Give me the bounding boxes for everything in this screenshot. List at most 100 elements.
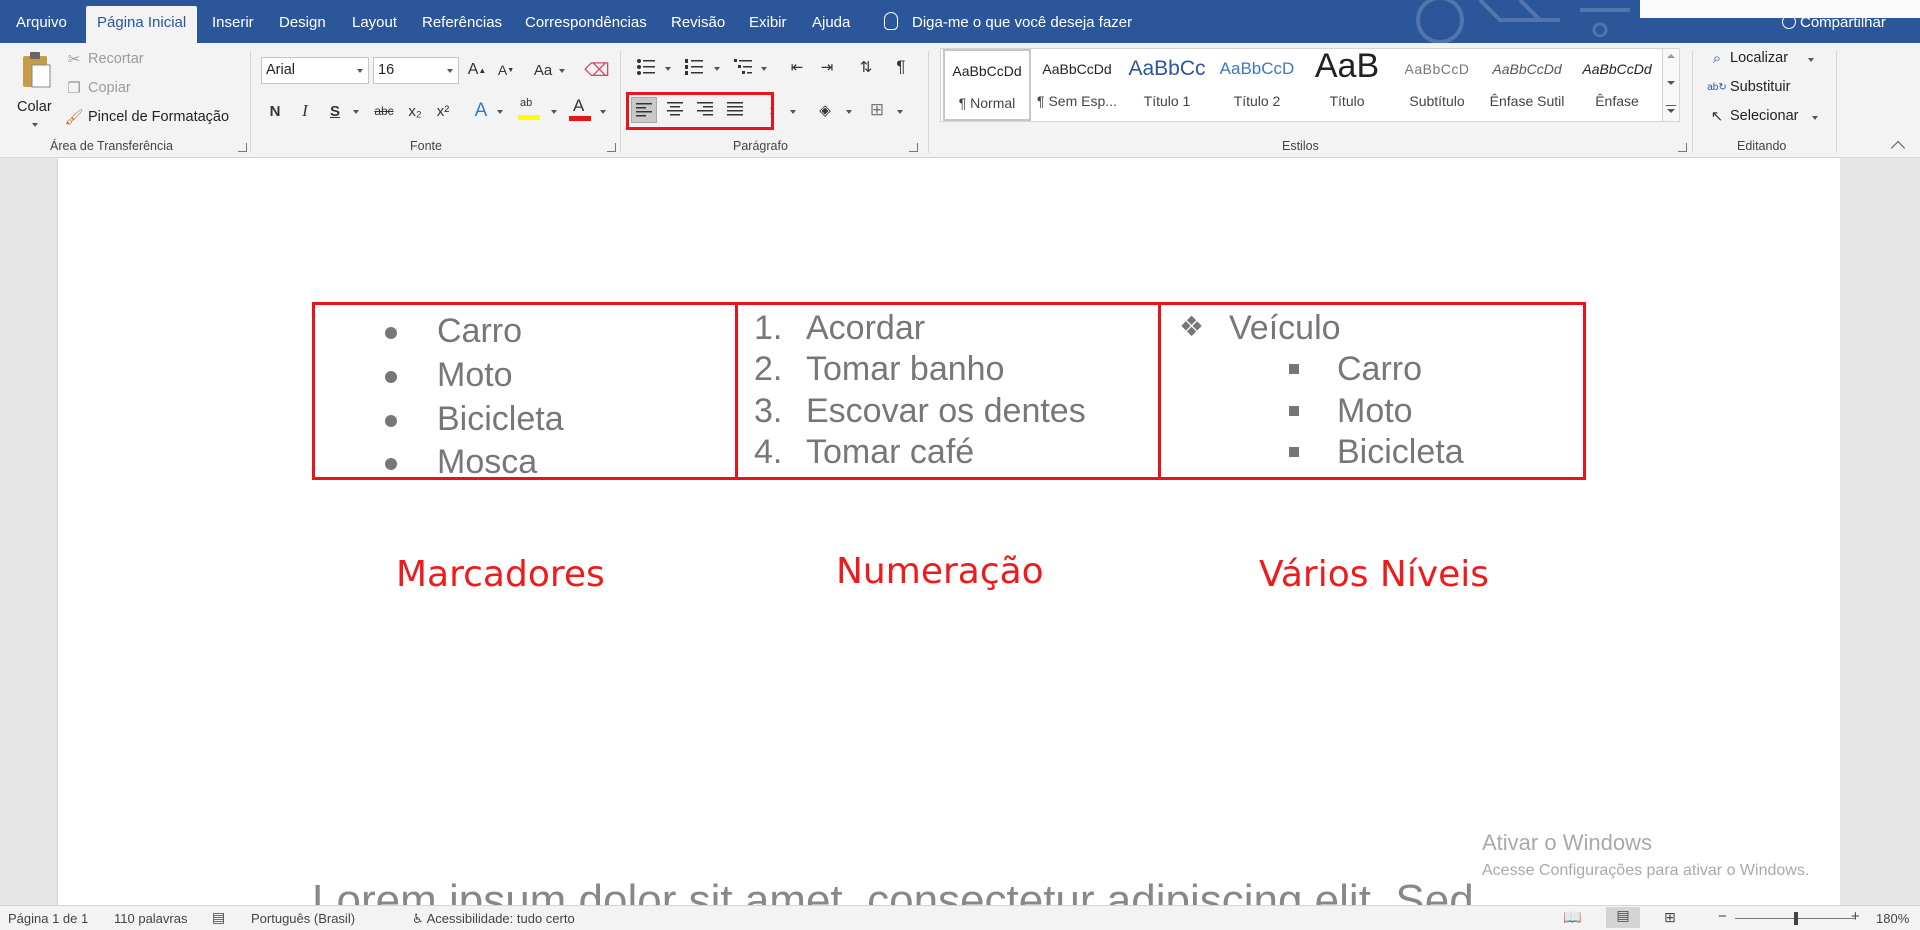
- zoom-slider-thumb[interactable]: [1794, 912, 1798, 925]
- tab-exibir[interactable]: Exibir: [749, 0, 787, 43]
- tell-me-search[interactable]: Diga-me o que você deseja fazer: [884, 0, 1132, 43]
- page-count[interactable]: Página 1 de 1: [8, 911, 88, 926]
- vertical-scrollbar[interactable]: [1840, 158, 1920, 905]
- replace-button[interactable]: ab↻ Substituir: [1707, 77, 1818, 99]
- read-mode-icon[interactable]: 📖: [1563, 908, 1582, 926]
- increase-indent-icon[interactable]: ⇥: [816, 55, 838, 79]
- clipboard-launcher-icon[interactable]: [238, 143, 247, 152]
- clear-formatting-icon[interactable]: ⌫: [584, 57, 609, 83]
- shrink-font-icon[interactable]: A ▼: [495, 57, 517, 83]
- collapse-ribbon-icon[interactable]: [1890, 140, 1906, 156]
- web-layout-icon[interactable]: ⊞: [1664, 909, 1676, 926]
- chevron-down-icon[interactable]: [600, 110, 606, 114]
- find-button[interactable]: ⌕ Localizar: [1708, 48, 1818, 70]
- paste-button[interactable]: Colar: [12, 49, 58, 129]
- list-item: Tomar banho: [806, 350, 1005, 388]
- chevron-down-icon[interactable]: [1667, 109, 1675, 113]
- bold-button[interactable]: N: [264, 98, 286, 124]
- underline-button[interactable]: S: [324, 98, 346, 124]
- change-case-icon[interactable]: Aa: [531, 57, 555, 83]
- chevron-down-icon[interactable]: [846, 110, 852, 114]
- list-item: Escovar os dentes: [806, 392, 1086, 430]
- chevron-down-icon[interactable]: [665, 67, 671, 71]
- font-color-icon[interactable]: A: [567, 95, 593, 125]
- style-normal[interactable]: AaBbCcDd ¶ Normal: [943, 49, 1031, 121]
- word-count[interactable]: 110 palavras: [114, 911, 187, 926]
- list-number: 2.: [754, 350, 783, 388]
- style-heading-1[interactable]: AaBbCc Título 1: [1123, 49, 1211, 121]
- decrease-indent-icon[interactable]: ⇤: [786, 55, 808, 79]
- style-name: Ênfase: [1595, 93, 1639, 109]
- style-title[interactable]: AaB Título: [1303, 49, 1391, 121]
- format-painter-button[interactable]: 🖌 Pincel de Formatação: [64, 107, 236, 129]
- zoom-out-icon[interactable]: −: [1718, 908, 1727, 925]
- zoom-level[interactable]: 180%: [1876, 911, 1909, 926]
- style-sample: AaBbCcDd: [952, 63, 1022, 79]
- styles-gallery-scroll[interactable]: [1662, 48, 1680, 122]
- chevron-up-icon[interactable]: [1667, 54, 1675, 58]
- styles-launcher-icon[interactable]: [1678, 143, 1687, 152]
- accessibility-icon: ♿: [412, 911, 424, 926]
- more-styles-icon[interactable]: [1666, 105, 1676, 106]
- style-heading-2[interactable]: AaBbCcD Título 2: [1213, 49, 1301, 121]
- style-emphasis[interactable]: AaBbCcDd Ênfase: [1573, 49, 1661, 121]
- print-layout-icon[interactable]: ▤: [1606, 907, 1640, 928]
- proofing-icon[interactable]: ▤: [212, 909, 225, 926]
- italic-button[interactable]: I: [294, 98, 316, 124]
- chevron-down-icon[interactable]: [897, 110, 903, 114]
- tab-correspondencias[interactable]: Correspondências: [525, 0, 647, 43]
- chevron-down-icon[interactable]: [559, 69, 565, 73]
- underline-label: S: [329, 102, 340, 120]
- zoom-in-icon[interactable]: +: [1851, 908, 1860, 925]
- bullets-icon[interactable]: [636, 58, 656, 76]
- cut-button[interactable]: ✂ Recortar: [66, 49, 186, 71]
- tab-design[interactable]: Design: [279, 0, 326, 43]
- tab-layout[interactable]: Layout: [352, 0, 397, 43]
- share-button[interactable]: Compartilhar: [1782, 14, 1886, 31]
- sort-icon[interactable]: ⇅: [855, 55, 877, 79]
- copy-button[interactable]: ❐ Copiar: [66, 78, 186, 100]
- style-subtitle[interactable]: AaBbCcD Subtítulo: [1393, 49, 1481, 121]
- tab-pagina-inicial[interactable]: Página Inicial: [86, 6, 198, 43]
- document-page[interactable]: Carro Moto Bicicleta Mosca 1. Acordar 2.…: [58, 158, 1840, 905]
- tab-arquivo[interactable]: Arquivo: [16, 0, 67, 43]
- style-sample: AaBbCcDd: [1582, 61, 1652, 77]
- chevron-down-icon[interactable]: [761, 67, 767, 71]
- chevron-down-icon[interactable]: [551, 110, 557, 114]
- grow-font-icon[interactable]: A ▲: [466, 57, 488, 83]
- font-launcher-icon[interactable]: [607, 143, 616, 152]
- chevron-down-icon[interactable]: [497, 110, 503, 114]
- paragraph-launcher-icon[interactable]: [909, 143, 918, 152]
- text-effects-icon[interactable]: A: [469, 98, 493, 124]
- tab-inserir[interactable]: Inserir: [212, 0, 254, 43]
- highlight-color-icon[interactable]: ab: [516, 95, 542, 125]
- language-status[interactable]: Português (Brasil): [251, 911, 355, 926]
- format-painter-label: Pincel de Formatação: [88, 109, 230, 125]
- chevron-down-icon[interactable]: [790, 110, 796, 114]
- numbering-icon[interactable]: [684, 58, 704, 76]
- shading-icon[interactable]: ◈: [814, 98, 836, 122]
- list-item: Mosca: [437, 443, 538, 481]
- style-subtle-emphasis[interactable]: AaBbCcDd Ênfase Sutil: [1483, 49, 1571, 121]
- style-no-spacing[interactable]: AaBbCcDd ¶ Sem Esp...: [1033, 49, 1121, 121]
- font-size-select[interactable]: 16: [373, 57, 459, 84]
- multilevel-list-icon[interactable]: [733, 58, 753, 76]
- activate-windows-title: Ativar o Windows: [1482, 830, 1652, 855]
- chevron-down-icon: [1812, 116, 1818, 120]
- strikethrough-button[interactable]: abc: [370, 98, 398, 124]
- chevron-down-icon[interactable]: [1667, 81, 1675, 85]
- chevron-down-icon[interactable]: [714, 67, 720, 71]
- style-name: Ênfase Sutil: [1489, 93, 1565, 109]
- select-button[interactable]: ↖ Selecionar: [1708, 106, 1818, 128]
- tab-ajuda[interactable]: Ajuda: [812, 0, 850, 43]
- borders-icon[interactable]: ⊞: [866, 98, 888, 122]
- subscript-button[interactable]: x₂: [404, 98, 426, 124]
- pilcrow-icon[interactable]: ¶: [891, 55, 911, 79]
- superscript-button[interactable]: x²: [432, 98, 454, 124]
- tab-revisao[interactable]: Revisão: [671, 0, 725, 43]
- tab-referencias[interactable]: Referências: [422, 0, 502, 43]
- accessibility-status[interactable]: ♿ Acessibilidade: tudo certo: [412, 911, 575, 927]
- person-icon: [1782, 15, 1796, 29]
- chevron-down-icon[interactable]: [353, 110, 359, 114]
- font-name-select[interactable]: Arial: [261, 57, 369, 84]
